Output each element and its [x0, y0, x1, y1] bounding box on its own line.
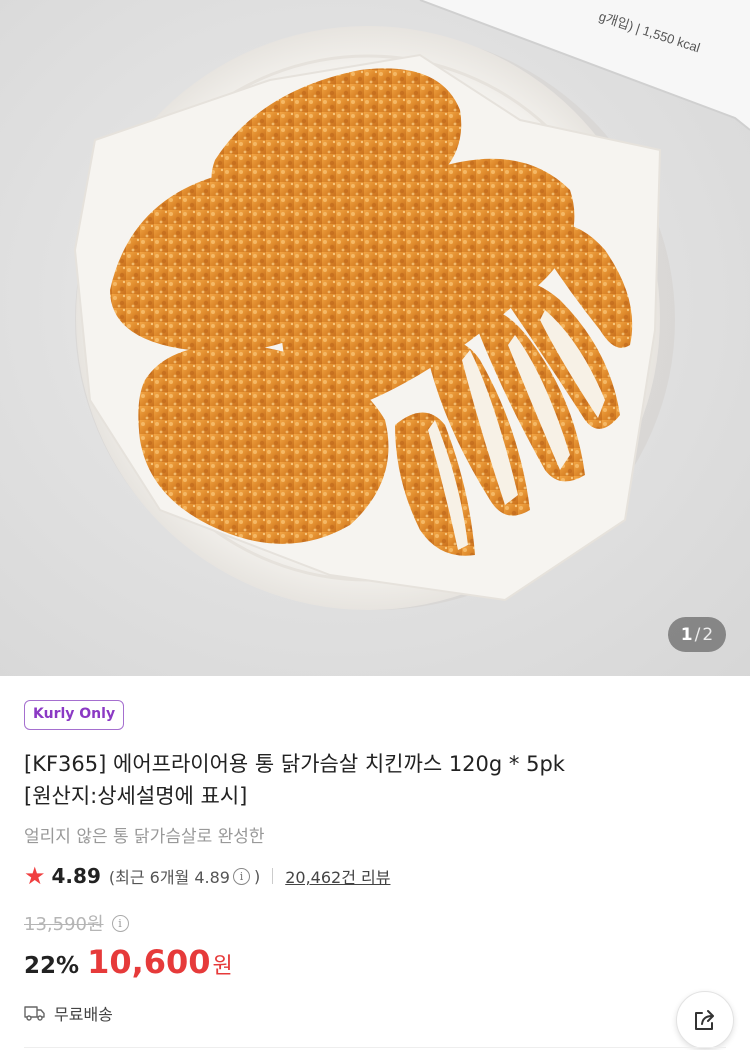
page-total: 2 — [702, 624, 714, 645]
rating-score: 4.89 — [51, 864, 101, 888]
share-button[interactable] — [676, 991, 734, 1049]
star-icon: ★ — [24, 862, 46, 890]
delivery-row: 무료배송 — [24, 1001, 726, 1025]
delivery-label: 무료배송 — [54, 1005, 113, 1024]
sale-price: 10,600 — [87, 943, 211, 981]
product-photo: g개입) | 1,550 kcal — [0, 0, 750, 676]
product-subtitle: 얼리지 않은 통 닭가슴살로 완성한 — [24, 827, 265, 847]
kurly-only-badge: Kurly Only — [24, 700, 125, 730]
product-info: Kurly Only [KF365] 에어프라이어용 통 닭가슴살 치킨까스 1… — [24, 700, 726, 1025]
price-info-icon[interactable]: i — [111, 914, 129, 932]
product-image-carousel[interactable]: g개입) | 1,550 kcal 1 / 2 — [0, 0, 750, 676]
product-title-line1: [KF365] 에어프라이어용 통 닭가슴살 치킨까스 120g * 5pk — [24, 752, 565, 776]
page-separator: / — [694, 624, 701, 645]
page-indicator: 1 / 2 — [668, 617, 726, 652]
rating-row: ★ 4.89 (최근 6개월 4.89 i ) 20,462건 리뷰 — [24, 863, 726, 889]
bottom-divider — [24, 1047, 726, 1048]
product-title: [KF365] 에어프라이어용 통 닭가슴살 치킨까스 120g * 5pk [… — [24, 748, 726, 812]
product-title-line2: [원산지:상세설명에 표시] — [24, 784, 248, 808]
recent-rating-close: ) — [253, 866, 261, 886]
review-count-link[interactable]: 20,462건 리뷰 — [285, 864, 390, 888]
original-price: 13,590원 — [24, 914, 104, 935]
recent-rating-text: (최근 6개월 4.89 — [108, 868, 230, 887]
currency-unit: 원 — [212, 954, 233, 979]
info-icon[interactable]: i — [232, 867, 250, 885]
share-icon — [695, 1010, 714, 1030]
discount-rate: 22% — [24, 953, 80, 979]
original-price-row: 13,590원 i — [24, 911, 726, 935]
divider — [272, 868, 274, 884]
price-row: 22% 10,600 원 — [24, 943, 726, 981]
truck-icon — [24, 1006, 45, 1021]
page-current: 1 — [680, 624, 693, 645]
recent-rating: (최근 6개월 4.89 i ) — [109, 864, 260, 888]
